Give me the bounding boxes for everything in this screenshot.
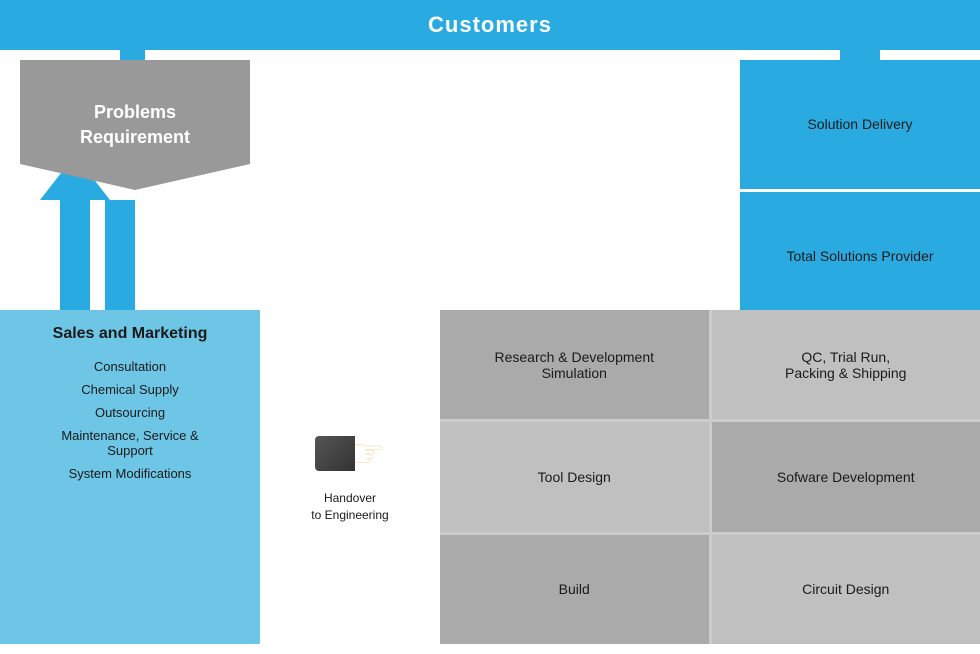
- handover-hand: ☞: [315, 431, 386, 477]
- sales-title: Sales and Marketing: [53, 325, 208, 343]
- build-text: Build: [559, 581, 590, 597]
- tool-cell: Tool Design: [440, 422, 709, 531]
- sales-item-consultation: Consultation: [94, 359, 166, 374]
- rd-text: Research & DevelopmentSimulation: [494, 349, 654, 381]
- solution-delivery-box: Solution Delivery: [740, 60, 980, 192]
- handover-section: ☞ Handoverto Engineering: [260, 310, 440, 644]
- sleeve-part: [315, 436, 355, 471]
- build-cell: Build: [440, 535, 709, 644]
- total-solutions-text: Total Solutions Provider: [786, 248, 933, 264]
- problems-title: Problems Requirement: [80, 100, 190, 150]
- suit-sleeve: ☞: [315, 431, 386, 477]
- customers-title: Customers: [428, 12, 552, 38]
- customers-bar: Customers: [0, 0, 980, 50]
- qc-text: QC, Trial Run,Packing & Shipping: [785, 349, 906, 381]
- circuit-cell: Circuit Design: [712, 535, 980, 644]
- engineering-grid: Research & DevelopmentSimulation QC, Tri…: [440, 310, 980, 644]
- sales-item-outsourcing: Outsourcing: [95, 405, 165, 420]
- rd-cell: Research & DevelopmentSimulation: [440, 310, 709, 419]
- pointing-hand-icon: ☞: [350, 431, 386, 477]
- total-solutions-box: Total Solutions Provider: [740, 192, 980, 321]
- sales-panel: Sales and Marketing Consultation Chemica…: [0, 310, 260, 644]
- tool-text: Tool Design: [538, 469, 611, 485]
- problems-box: Problems Requirement: [20, 60, 250, 190]
- software-text: Sofware Development: [777, 469, 915, 485]
- qc-cell: QC, Trial Run,Packing & Shipping: [712, 310, 980, 419]
- circuit-text: Circuit Design: [802, 581, 889, 597]
- sales-item-chemical: Chemical Supply: [81, 382, 179, 397]
- solution-delivery-text: Solution Delivery: [807, 116, 912, 132]
- sales-item-maintenance: Maintenance, Service &Support: [61, 428, 198, 458]
- sales-item-modifications: System Modifications: [69, 466, 192, 481]
- solution-panel: Solution Delivery Total Solutions Provid…: [740, 60, 980, 320]
- software-cell: Sofware Development: [712, 422, 980, 531]
- handover-label: Handoverto Engineering: [311, 490, 388, 524]
